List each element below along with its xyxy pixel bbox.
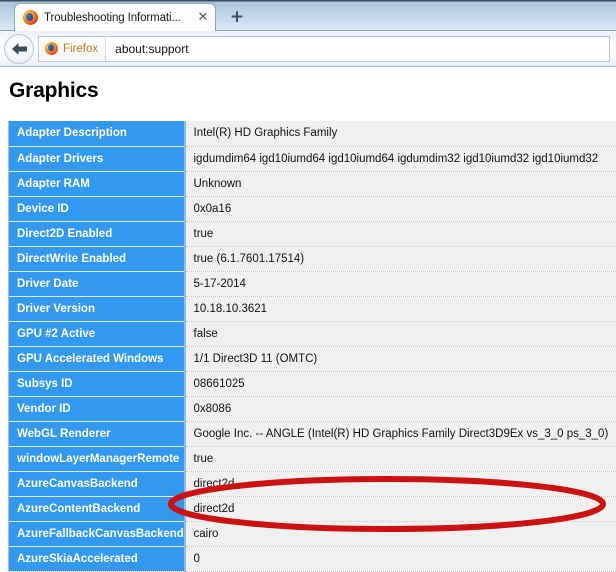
row-value: 0x8086 <box>183 396 616 422</box>
table-row: Driver Version 10.18.10.3621 <box>8 296 616 322</box>
row-label: AzureFallbackCanvasBackend <box>8 521 185 547</box>
row-label: Adapter Description <box>8 121 185 147</box>
row-value: Unknown <box>183 171 616 197</box>
browser-window: Troubleshooting Informati... ✕ + Firefox… <box>0 0 616 572</box>
firefox-icon <box>23 10 38 25</box>
row-label: DirectWrite Enabled <box>8 246 185 272</box>
table-row: Subsys ID 08661025 <box>8 371 616 397</box>
page-title: Graphics <box>9 79 99 102</box>
table-row: Adapter Description Intel(R) HD Graphics … <box>8 121 616 147</box>
table-row: AzureSkiaAccelerated 0 <box>8 546 616 572</box>
row-label: windowLayerManagerRemote <box>8 446 185 472</box>
identity-label: Firefox <box>63 42 99 55</box>
table-row: AzureFallbackCanvasBackend cairo <box>8 521 616 547</box>
row-value: igdumdim64 igd10iumd64 igd10iumd64 igdum… <box>183 146 616 172</box>
new-tab-button[interactable]: + <box>224 6 250 28</box>
row-value: 0x0a16 <box>183 196 616 222</box>
table-row: windowLayerManagerRemote true <box>8 446 616 472</box>
table-row: GPU #2 Active false <box>8 321 616 347</box>
table-row: DirectWrite Enabled true (6.1.7601.17514) <box>8 246 616 272</box>
address-bar[interactable]: Firefox about:support <box>38 35 610 62</box>
row-value: false <box>183 321 616 347</box>
row-label: GPU #2 Active <box>8 321 185 347</box>
table-row: GPU Accelerated Windows 1/1 Direct3D 11 (… <box>8 346 616 372</box>
row-value: 0 <box>183 546 616 572</box>
row-label: Driver Version <box>8 296 185 322</box>
row-label: AzureCanvasBackend <box>8 471 185 497</box>
table-row: Driver Date 5-17-2014 <box>8 271 616 297</box>
row-label: GPU Accelerated Windows <box>8 346 185 372</box>
site-identity-block[interactable]: Firefox <box>39 36 107 61</box>
row-value: cairo <box>183 521 616 547</box>
row-value: true <box>183 446 616 472</box>
row-label: Subsys ID <box>8 371 185 397</box>
table-row: Adapter Drivers igdumdim64 igd10iumd64 ig… <box>8 146 616 172</box>
tab-title: Troubleshooting Informati... <box>44 11 181 24</box>
row-label: Direct2D Enabled <box>8 221 185 247</box>
table-row: Direct2D Enabled true <box>8 221 616 247</box>
graphics-table: Adapter Description Intel(R) HD Graphics … <box>8 121 616 572</box>
row-value: Google Inc. -- ANGLE (Intel(R) HD Graphi… <box>183 421 616 447</box>
back-arrow-icon <box>11 42 27 55</box>
row-value: 10.18.10.3621 <box>183 296 616 322</box>
row-label: Device ID <box>8 196 185 222</box>
table-row: Device ID 0x0a16 <box>8 196 616 222</box>
row-value: 08661025 <box>183 371 616 397</box>
graphics-table-container: Adapter Description Intel(R) HD Graphics … <box>8 121 616 572</box>
tab-troubleshooting-information[interactable]: Troubleshooting Informati... ✕ <box>14 3 216 31</box>
row-label: AzureContentBackend <box>8 496 185 522</box>
table-row: AzureCanvasBackend direct2d <box>8 471 616 497</box>
url-input[interactable]: about:support <box>106 42 188 56</box>
close-icon[interactable]: ✕ <box>195 10 211 26</box>
row-value: 5-17-2014 <box>183 271 616 297</box>
row-value: direct2d <box>183 471 616 497</box>
row-label: Driver Date <box>8 271 185 297</box>
table-row: Adapter RAM Unknown <box>8 171 616 197</box>
back-button[interactable] <box>4 33 34 64</box>
row-value: true (6.1.7601.17514) <box>183 246 616 272</box>
row-label: Adapter RAM <box>8 171 185 197</box>
row-value: direct2d <box>183 496 616 522</box>
row-label: Adapter Drivers <box>8 146 185 172</box>
page-content: Graphics Adapter Description Intel(R) HD … <box>0 68 616 572</box>
row-label: AzureSkiaAccelerated <box>8 546 185 572</box>
firefox-icon <box>45 42 58 55</box>
row-value: Intel(R) HD Graphics Family <box>183 121 616 147</box>
row-value: 1/1 Direct3D 11 (OMTC) <box>183 346 616 372</box>
tab-strip: Troubleshooting Informati... ✕ + <box>0 0 616 31</box>
row-label: WebGL Renderer <box>8 421 185 447</box>
table-row: WebGL Renderer Google Inc. -- ANGLE (Inte… <box>8 421 616 447</box>
table-row: Vendor ID 0x8086 <box>8 396 616 422</box>
table-row: AzureContentBackend direct2d <box>8 496 616 522</box>
navigation-toolbar: Firefox about:support <box>0 31 616 67</box>
row-label: Vendor ID <box>8 396 185 422</box>
row-value: true <box>183 221 616 247</box>
